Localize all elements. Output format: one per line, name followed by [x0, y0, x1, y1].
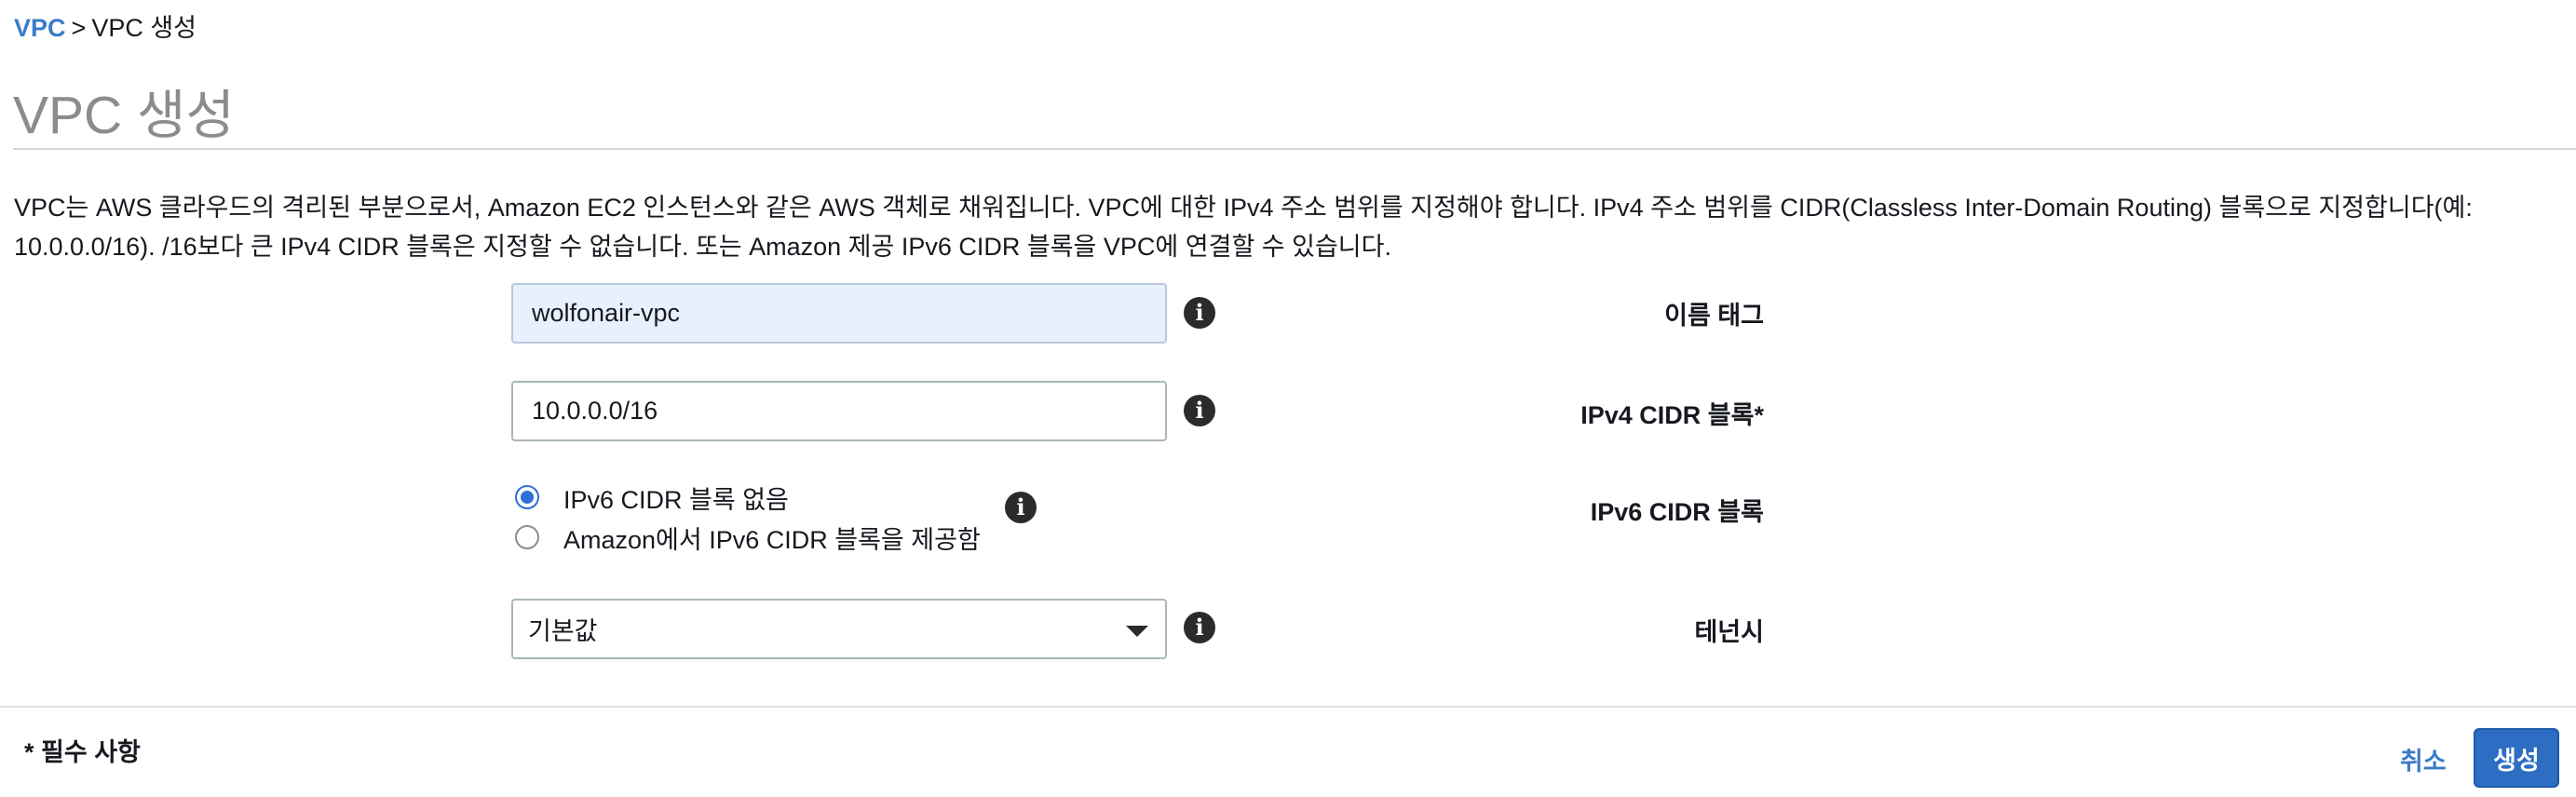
info-icon[interactable]: i	[1184, 297, 1215, 329]
footer-divider	[0, 706, 2576, 708]
info-icon[interactable]: i	[1005, 492, 1037, 523]
tenancy-selected-value: 기본값	[528, 617, 598, 645]
create-button[interactable]: 생성	[2474, 728, 2559, 788]
tenancy-select[interactable]: 기본값	[511, 599, 1167, 659]
caret-down-icon	[1126, 626, 1148, 637]
name-tag-label: 이름 태그	[1664, 302, 1764, 330]
ipv6-option-none-label: IPv6 CIDR 블록 없음	[563, 485, 789, 514]
page-title: VPC 생성	[13, 86, 235, 145]
ipv6-option-none[interactable]: IPv6 CIDR 블록 없음	[515, 479, 789, 516]
required-note: * 필수 사항	[24, 738, 141, 766]
ipv6-option-amazon-label: Amazon에서 IPv6 CIDR 블록을 제공함	[563, 525, 981, 554]
page-description: VPC는 AWS 클라우드의 격리된 부분으로서, Amazon EC2 인스턴…	[14, 194, 2473, 261]
breadcrumb: VPC > VPC 생성	[14, 11, 197, 45]
info-icon[interactable]: i	[1184, 395, 1215, 426]
breadcrumb-separator: >	[71, 14, 87, 42]
radio-button-selected[interactable]	[515, 485, 539, 509]
create-vpc-page: VPC > VPC 생성 VPC 생성 VPC는 AWS 클라우드의 격리된 부분으…	[0, 0, 2576, 797]
ipv4-cidr-input[interactable]	[511, 381, 1167, 441]
cancel-link[interactable]: 취소	[2400, 741, 2447, 777]
ipv4-cidr-label: IPv4 CIDR 블록*	[1580, 401, 1764, 429]
name-tag-input[interactable]	[511, 283, 1167, 344]
radio-button[interactable]	[515, 525, 539, 549]
info-icon[interactable]: i	[1184, 612, 1215, 643]
tenancy-label: 테넌시	[1694, 618, 1764, 646]
ipv6-cidr-label: IPv6 CIDR 블록	[1590, 498, 1764, 526]
breadcrumb-current: VPC 생성	[91, 14, 197, 42]
ipv6-option-amazon[interactable]: Amazon에서 IPv6 CIDR 블록을 제공함	[515, 519, 981, 556]
title-divider	[13, 148, 2576, 150]
breadcrumb-vpc-link[interactable]: VPC	[14, 14, 66, 42]
